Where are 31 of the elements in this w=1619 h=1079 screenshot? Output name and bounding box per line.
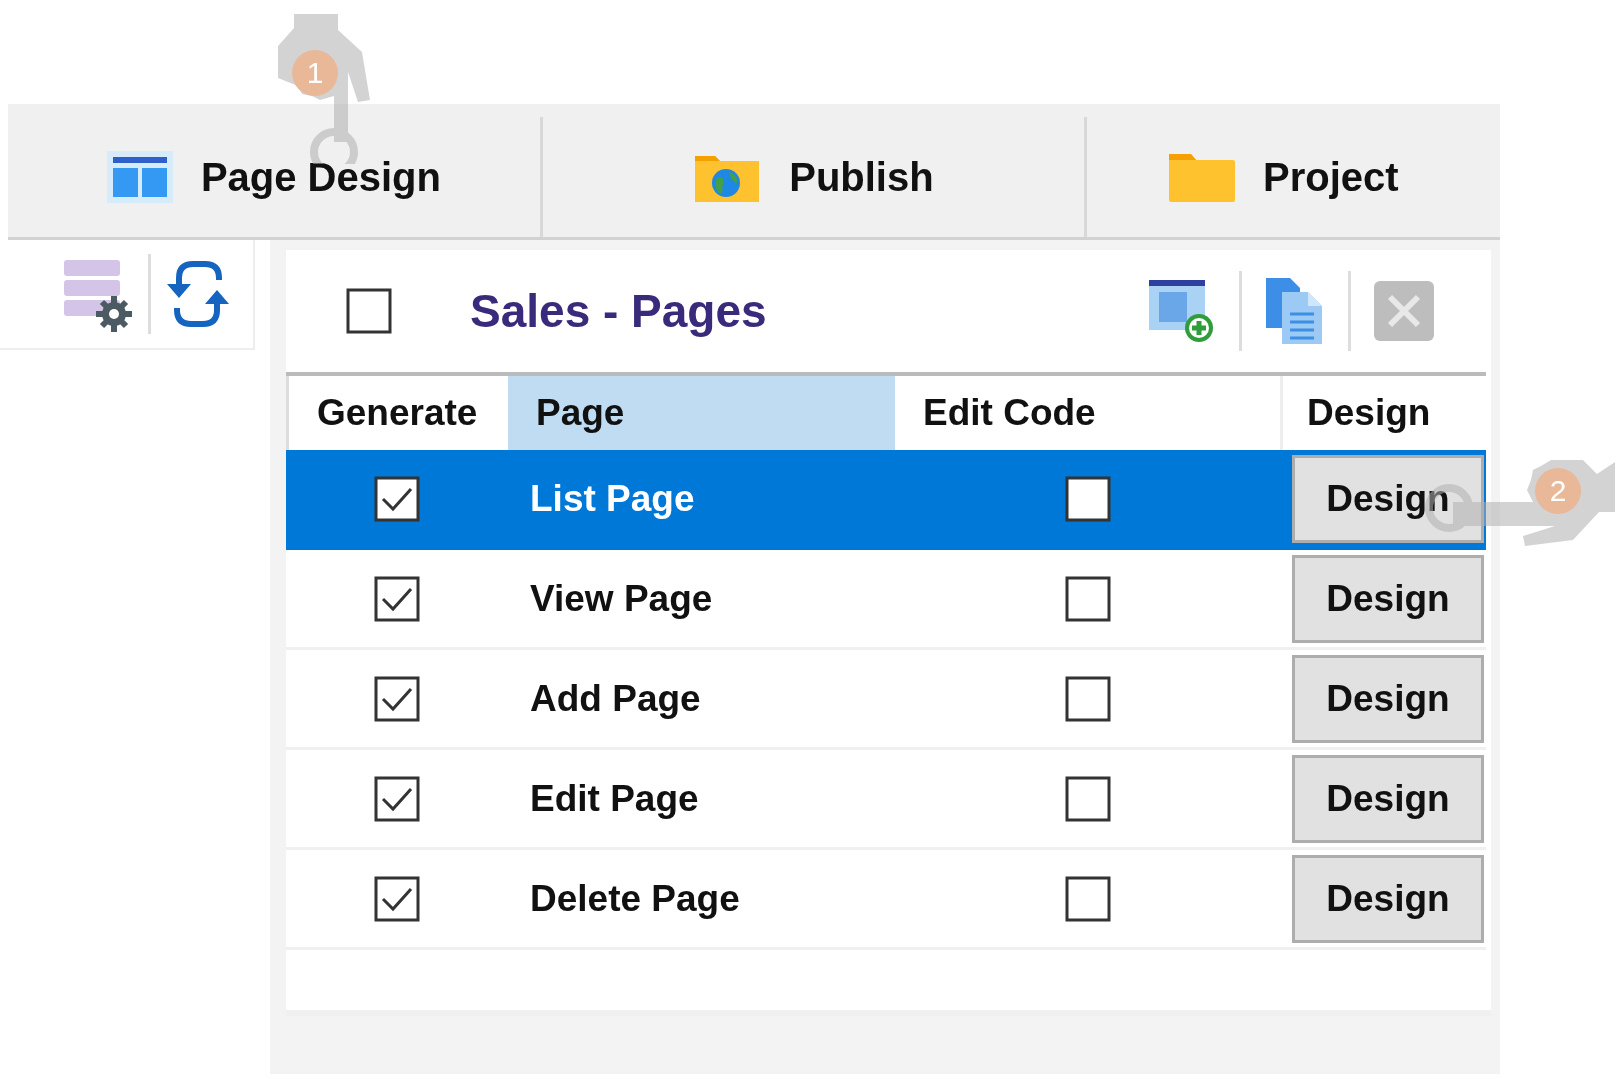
- page-name: Add Page: [530, 677, 701, 720]
- design-button[interactable]: Design: [1292, 654, 1484, 743]
- edit-code-checkbox[interactable]: [1064, 475, 1111, 522]
- design-button[interactable]: Design: [1292, 854, 1484, 943]
- generate-checkbox[interactable]: [374, 775, 420, 822]
- tab[interactable]: Project: [1087, 117, 1500, 237]
- step-badge: 2: [1535, 468, 1581, 514]
- panel-title: Sales - Pages: [470, 284, 767, 338]
- edit-code-checkbox[interactable]: [1064, 675, 1111, 722]
- edit-code-checkbox[interactable]: [1064, 875, 1111, 922]
- page-name: View Page: [530, 577, 713, 620]
- tab[interactable]: Publish: [542, 117, 1087, 237]
- generate-checkbox[interactable]: [374, 575, 420, 622]
- column-header[interactable]: Page: [508, 376, 895, 450]
- design-button[interactable]: Design: [1292, 554, 1484, 643]
- table-row-highlight[interactable]: List Page: [508, 450, 895, 550]
- page-name: List Page: [530, 477, 695, 520]
- design-button[interactable]: Design: [1292, 754, 1484, 843]
- layout-icon: [106, 151, 173, 203]
- generate-checkbox[interactable]: [374, 875, 420, 922]
- generate-checkbox[interactable]: [374, 475, 420, 522]
- edit-code-checkbox[interactable]: [1064, 775, 1111, 822]
- column-header[interactable]: Edit Code: [895, 376, 1280, 450]
- select-all-checkbox[interactable]: [346, 288, 392, 334]
- page-name: Edit Page: [530, 777, 699, 820]
- tab[interactable]: Page Design: [8, 117, 543, 237]
- step-badge: 1: [292, 50, 338, 96]
- edit-code-checkbox[interactable]: [1064, 575, 1111, 622]
- design-button[interactable]: Design: [1292, 454, 1484, 543]
- generate-checkbox[interactable]: [374, 675, 420, 722]
- page-name: Delete Page: [530, 877, 740, 920]
